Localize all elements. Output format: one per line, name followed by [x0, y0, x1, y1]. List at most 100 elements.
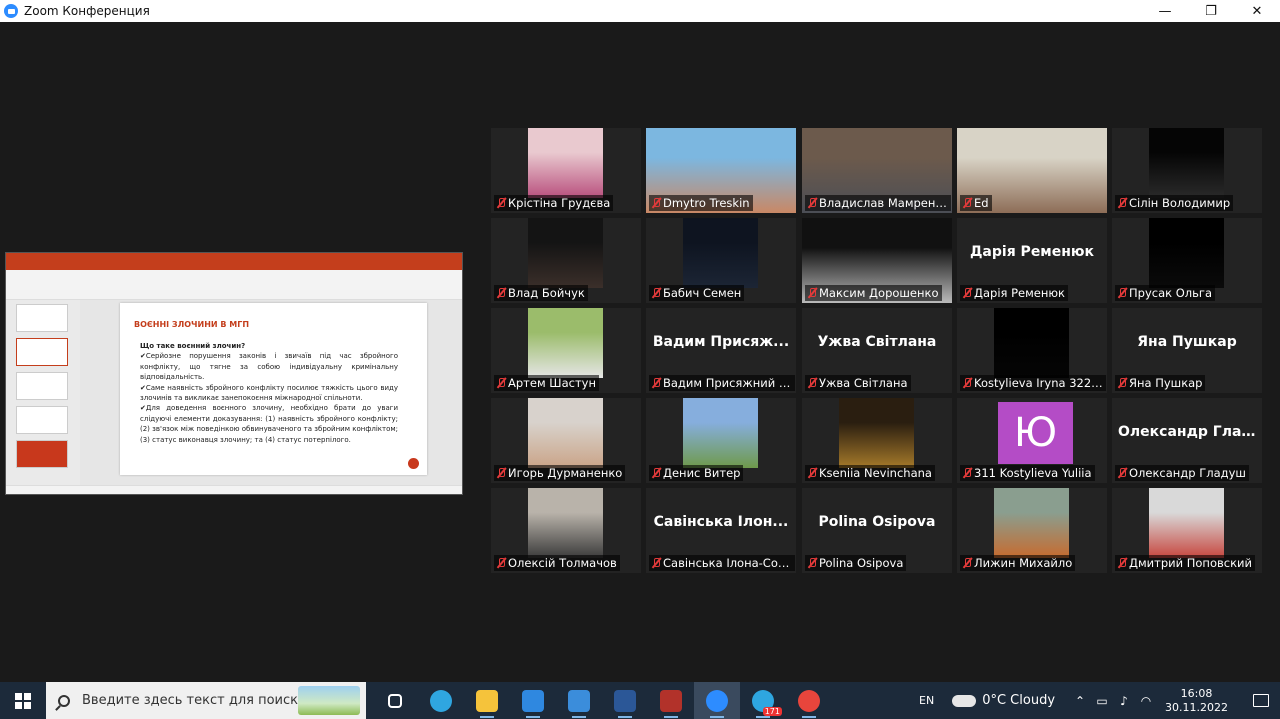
speaker-icon[interactable]: ♪ — [1113, 694, 1135, 708]
close-button[interactable]: ✕ — [1234, 0, 1280, 22]
muted-mic-icon — [805, 466, 819, 480]
muted-mic-icon — [649, 196, 663, 210]
participant-name-label: Ed — [960, 195, 992, 211]
wifi-icon[interactable]: ◠ — [1135, 694, 1157, 708]
participant-tile[interactable]: Влад Бойчук — [491, 218, 641, 303]
participant-tile[interactable]: Прусак Ольга — [1112, 218, 1262, 303]
telegram-taskbar-button[interactable]: 171 — [740, 682, 786, 719]
participant-name: Максим Дорошенко — [819, 286, 939, 300]
minimize-button[interactable]: — — [1142, 0, 1188, 22]
participant-name-label: Сілін Володимир — [1115, 195, 1234, 211]
cloud-icon — [952, 694, 977, 707]
participant-tile[interactable]: Дмитрий Поповский — [1112, 488, 1262, 573]
muted-mic-icon — [494, 556, 508, 570]
participant-tile[interactable]: Kostylieva Iryna 322 F... — [957, 308, 1107, 393]
participant-name-label: Дарія Ременюк — [960, 285, 1069, 301]
participant-video — [994, 308, 1069, 378]
shared-screen[interactable]: ВОЄННІ ЗЛОЧИНИ В МГП Що таке воєнний зло… — [5, 252, 463, 495]
participant-name: Сілін Володимир — [1129, 196, 1231, 210]
participant-name-label: Ужва Світлана — [805, 375, 911, 391]
task-view-taskbar-button[interactable] — [372, 682, 418, 719]
start-button[interactable] — [0, 682, 46, 719]
slide-thumbnail — [16, 304, 68, 332]
participant-name-label: Влад Бойчук — [494, 285, 588, 301]
muted-mic-icon — [805, 376, 819, 390]
participant-name-label: Дмитрий Поповский — [1115, 555, 1255, 571]
slide-decoration — [408, 458, 419, 469]
slide-paragraph: ✔Для доведення воєнного злочину, необхід… — [140, 404, 398, 444]
participant-tile[interactable]: Дарія Ременюк Дарія Ременюк — [957, 218, 1107, 303]
slide-question: Що таке воєнний злочин? — [140, 342, 246, 350]
notification-button[interactable] — [1242, 682, 1280, 719]
participant-video — [528, 308, 603, 378]
clock-time: 16:08 — [1180, 686, 1213, 700]
participant-tile[interactable]: Ужва Світлана Ужва Світлана — [802, 308, 952, 393]
winrar-icon — [660, 689, 682, 712]
participant-name: 311 Kostylieva Yuliia — [974, 466, 1092, 480]
slide-paragraph: ✔Серйозне порушення законів і звичаїв пі… — [140, 352, 398, 382]
participant-tile[interactable]: Владислав Мамренко — [802, 128, 952, 213]
participant-display-name: Дарія Ременюк — [969, 244, 1095, 260]
participant-name: Влад Бойчук — [508, 286, 585, 300]
participant-tile[interactable]: Бабич Семен — [646, 218, 796, 303]
participant-tile[interactable]: Крістіна Грудєва — [491, 128, 641, 213]
participant-name: Dmytro Treskin — [663, 196, 750, 210]
participant-tile[interactable]: Яна Пушкар Яна Пушкар — [1112, 308, 1262, 393]
zoom-icon — [706, 689, 728, 712]
muted-mic-icon — [1115, 376, 1129, 390]
battery-icon[interactable]: ▭ — [1091, 694, 1113, 708]
participant-name: Kseniia Nevinchana — [819, 466, 932, 480]
edge-taskbar-button[interactable] — [418, 682, 464, 719]
participant-video — [1149, 128, 1224, 198]
participant-name: Ed — [974, 196, 989, 210]
muted-mic-icon — [494, 376, 508, 390]
participant-tile[interactable]: Вадим Присяж... Вадим Присяжний Ц... — [646, 308, 796, 393]
word-taskbar-button[interactable] — [602, 682, 648, 719]
clock[interactable]: 16:08 30.11.2022 — [1165, 687, 1228, 715]
participant-name: Дарія Ременюк — [974, 286, 1066, 300]
participant-avatar: Ю — [998, 402, 1073, 464]
participant-tile[interactable]: Ed — [957, 128, 1107, 213]
muted-mic-icon — [805, 286, 819, 300]
participant-name: Савінська Ілона-Сол... — [663, 556, 792, 570]
search-highlight-image — [298, 686, 360, 715]
muted-mic-icon — [1115, 286, 1129, 300]
participant-name-label: Денис Витер — [649, 465, 744, 481]
participant-display-name: Polina Osipova — [818, 514, 936, 530]
zoom-taskbar-button[interactable] — [694, 682, 740, 719]
muted-mic-icon — [805, 556, 819, 570]
participant-tile[interactable]: Игорь Дурманенко — [491, 398, 641, 483]
store-taskbar-button[interactable] — [510, 682, 556, 719]
muted-mic-icon — [494, 286, 508, 300]
participant-display-name: Савінська Ілон... — [653, 514, 789, 530]
participant-tile[interactable]: Polina Osipova Polina Osipova — [802, 488, 952, 573]
participant-tile[interactable]: Денис Витер — [646, 398, 796, 483]
participant-tile[interactable]: Олексій Толмачов — [491, 488, 641, 573]
participant-name-label: Максим Дорошенко — [805, 285, 942, 301]
participant-name-label: Савінська Ілона-Сол... — [649, 555, 795, 571]
chrome-taskbar-button[interactable] — [786, 682, 832, 719]
weather-widget[interactable]: 0°C Cloudy — [982, 693, 1055, 708]
participant-tile[interactable]: Максим Дорошенко — [802, 218, 952, 303]
muted-mic-icon — [1115, 556, 1129, 570]
mail-taskbar-button[interactable] — [556, 682, 602, 719]
chevron-up-icon[interactable]: ⌃ — [1069, 694, 1091, 708]
participant-name-label: Kseniia Nevinchana — [805, 465, 935, 481]
participant-name: Polina Osipova — [819, 556, 904, 570]
participant-tile[interactable]: Ю 311 Kostylieva Yuliia — [957, 398, 1107, 483]
file-explorer-taskbar-button[interactable] — [464, 682, 510, 719]
maximize-button[interactable]: ❐ — [1188, 0, 1234, 22]
participant-tile[interactable]: Dmytro Treskin — [646, 128, 796, 213]
participant-tile[interactable]: Kseniia Nevinchana — [802, 398, 952, 483]
winrar-taskbar-button[interactable] — [648, 682, 694, 719]
participant-tile[interactable]: Савінська Ілон... Савінська Ілона-Сол... — [646, 488, 796, 573]
participant-tile[interactable]: Лижин Михайло — [957, 488, 1107, 573]
participant-name-label: Олександр Гладуш — [1115, 465, 1249, 481]
participant-tile[interactable]: Олександр Гла... Олександр Гладуш — [1112, 398, 1262, 483]
taskbar-search[interactable]: Введите здесь текст для поиска — [46, 682, 366, 719]
muted-mic-icon — [649, 376, 663, 390]
muted-mic-icon — [649, 466, 663, 480]
participant-tile[interactable]: Артем Шастун — [491, 308, 641, 393]
participant-tile[interactable]: Сілін Володимир — [1112, 128, 1262, 213]
language-indicator[interactable]: EN — [919, 694, 934, 707]
